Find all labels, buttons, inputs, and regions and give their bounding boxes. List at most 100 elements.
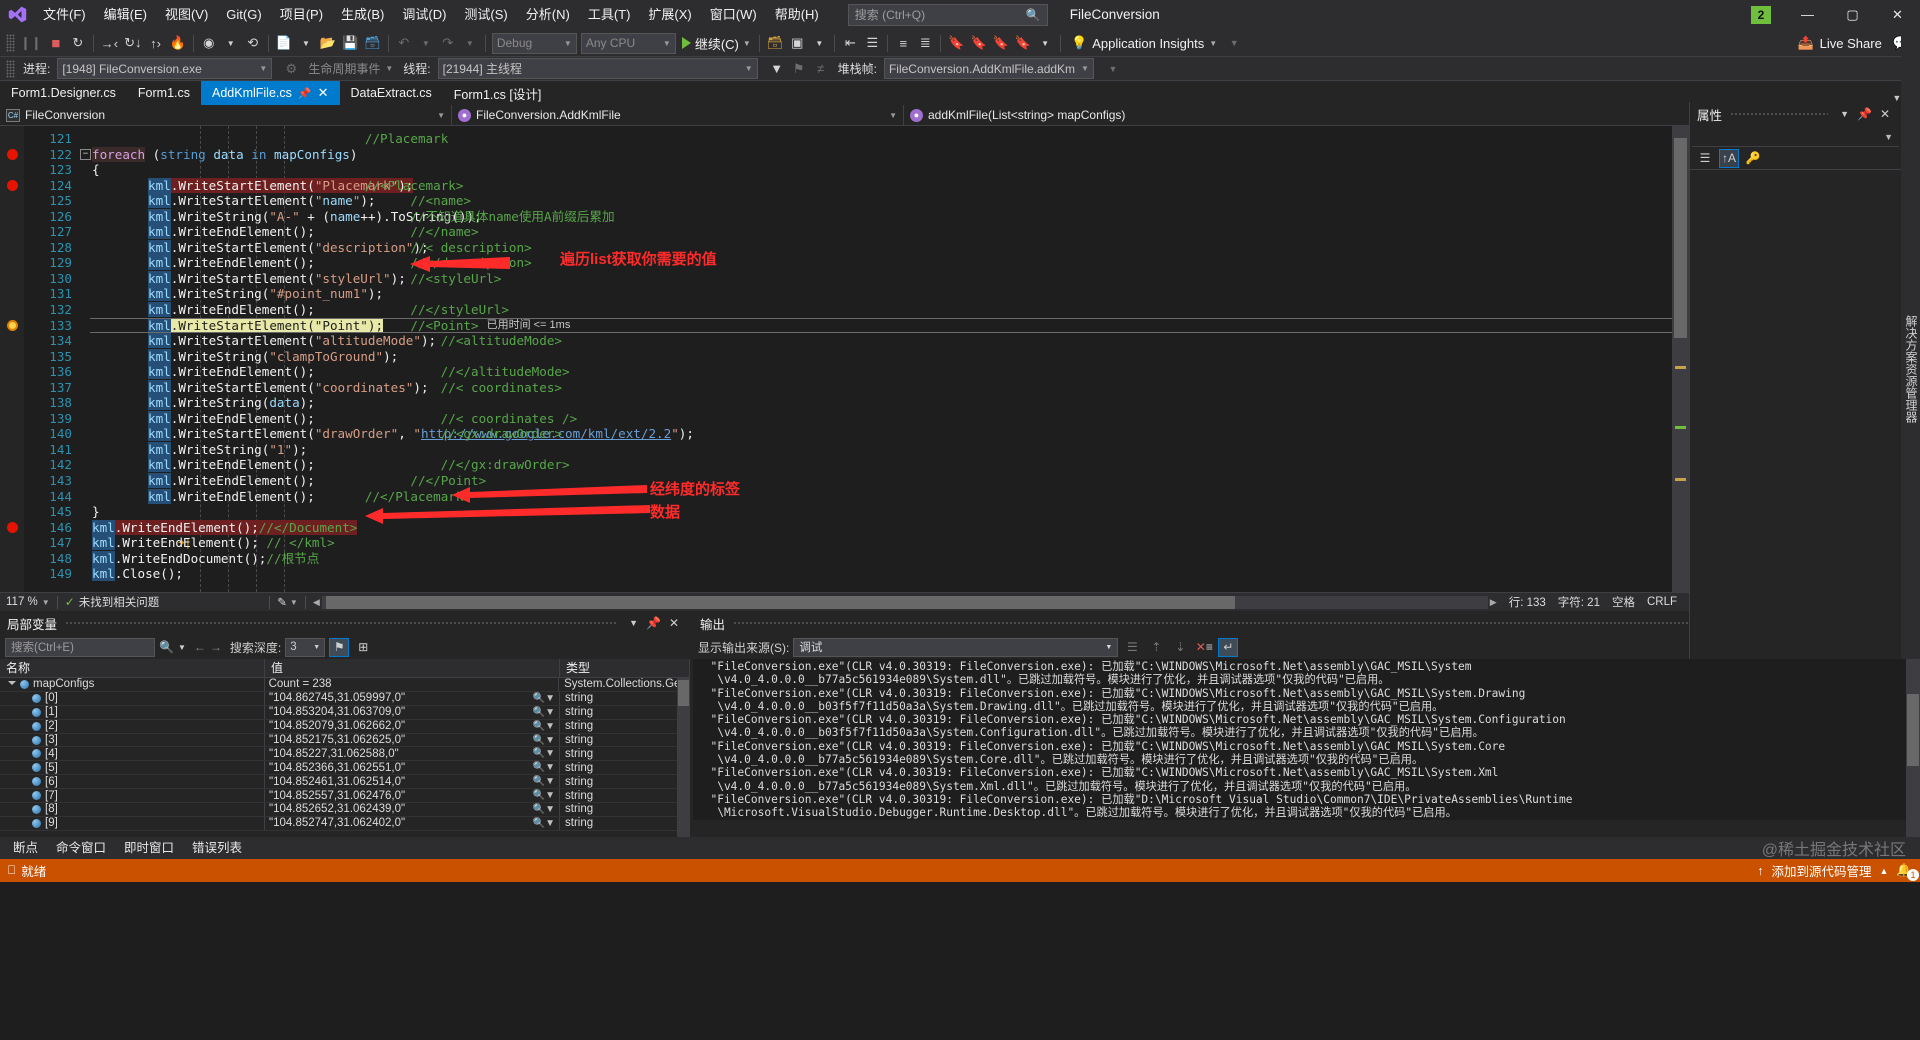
code-editor-area[interactable]: 121//Placemark 122− foreach (string data i… xyxy=(0,126,1689,592)
value-visualizer-icon[interactable]: 🔍▼ xyxy=(533,790,559,801)
locals-name-cell[interactable]: [5] xyxy=(0,761,265,775)
stop-icon[interactable]: ■ xyxy=(45,32,67,54)
code-line[interactable]: 121 //Placemark xyxy=(0,131,1689,147)
solution-explorer-strip[interactable]: 解决方案资源管理器 xyxy=(1901,30,1920,702)
locals-row[interactable]: [2] "104.852079,31.062662,0" 🔍▼ string xyxy=(0,719,690,734)
alphabetical-sort-icon[interactable]: ↑A xyxy=(1719,148,1739,168)
code-line[interactable]: 132 kml.WriteEndElement(); //</styleUrl> xyxy=(0,302,1689,318)
code-line[interactable]: 146 kml.WriteEndElement();//</Document> xyxy=(0,519,1689,536)
fold-toggle-icon[interactable]: − xyxy=(80,148,91,160)
locals-name-cell[interactable]: [9] xyxy=(0,816,265,830)
value-visualizer-icon[interactable]: 🔍▼ xyxy=(533,693,559,704)
chevron-down-icon-2[interactable]: ▼ xyxy=(295,32,317,54)
comment-icon[interactable]: ☰ xyxy=(861,32,883,54)
show-next-statement-icon[interactable]: ◉ xyxy=(198,32,220,54)
pause-icon[interactable]: ❙❙ xyxy=(17,32,45,54)
tab-addkmlfile[interactable]: AddKmlFile.cs 📌 ✕ xyxy=(201,81,340,105)
navbar-project-combo[interactable]: C# FileConversion ▼ xyxy=(0,104,452,126)
menu-item-help[interactable]: 帮助(H) xyxy=(766,0,828,30)
categorized-view-icon[interactable]: ☰ xyxy=(1695,149,1715,168)
output-text[interactable]: "FileConversion.exe"(CLR v4.0.30319: Fil… xyxy=(693,659,1920,820)
code-line[interactable]: 128 kml.WriteStartElement("description");… xyxy=(0,239,1689,256)
pen-icon[interactable]: ✎ xyxy=(277,595,287,609)
locals-value-cell[interactable]: "104.852175,31.062625,0" 🔍▼ xyxy=(265,733,560,747)
tab-form1-designer[interactable]: Form1.Designer.cs xyxy=(0,81,127,105)
tab-dataextract[interactable]: DataExtract.cs xyxy=(339,81,443,105)
search-next-icon[interactable]: → xyxy=(210,640,222,654)
close-icon-locals[interactable]: ✕ xyxy=(665,616,683,630)
code-line[interactable]: 141 kml.WriteString("1"); xyxy=(0,441,1689,458)
save-all-icon[interactable]: 🗃 xyxy=(361,32,384,54)
locals-name-cell[interactable]: [7] xyxy=(0,789,265,803)
locals-row[interactable]: [3] "104.852175,31.062625,0" 🔍▼ string xyxy=(0,733,690,748)
locals-row[interactable]: [7] "104.852557,31.062476,0" 🔍▼ string xyxy=(0,789,690,804)
code-line[interactable]: 142 kml.WriteEndElement(); //</gx:drawOrde… xyxy=(0,457,1689,473)
locals-value-cell[interactable]: "104.852461,31.062514,0" 🔍▼ xyxy=(265,775,560,789)
tab-immediate-window[interactable]: 即时窗口 xyxy=(115,837,183,859)
bookmark-next-icon[interactable]: 🔖 xyxy=(990,32,1012,54)
locals-name-cell[interactable]: mapConfigs xyxy=(0,678,265,691)
locals-row[interactable]: [6] "104.852461,31.062514,0" 🔍▼ string xyxy=(0,775,690,790)
locals-grid[interactable]: mapConfigs Count = 238 System.Collections.… xyxy=(0,678,690,837)
toolbar-grip[interactable] xyxy=(6,34,15,52)
zoom-level[interactable]: 117 % xyxy=(0,596,38,608)
locals-value-cell[interactable]: "104.85227,31.062588,0" 🔍▼ xyxy=(265,747,560,761)
filter-icon[interactable]: ▼ xyxy=(766,58,788,80)
attach-process-icon[interactable]: 🗃 xyxy=(764,32,787,54)
list-icon-2[interactable]: ≣ xyxy=(914,32,936,54)
locals-name-cell[interactable]: [3] xyxy=(0,733,265,747)
locals-name-cell[interactable]: [0] xyxy=(0,691,265,705)
chevron-down-icon-3[interactable]: ▼ xyxy=(415,32,437,54)
bookmark-icon[interactable]: 🔖 xyxy=(945,32,967,54)
tab-command-window[interactable]: 命令窗口 xyxy=(47,837,115,859)
locals-value-cell[interactable]: "104.852557,31.062476,0" 🔍▼ xyxy=(265,789,560,803)
code-line[interactable]: 138 kml.WriteString(data); xyxy=(0,395,1689,411)
output-source-combo[interactable]: 调试 ▼ xyxy=(793,637,1119,657)
live-share-button[interactable]: 📤 Live Share xyxy=(1789,35,1889,51)
indent-icon[interactable]: ⇤ xyxy=(839,32,861,54)
solution-config-combo[interactable]: Debug ▼ xyxy=(491,32,577,54)
code-line[interactable]: 129kml.WriteEndElement();//</description… xyxy=(0,255,1689,271)
locals-search-icon[interactable]: 🔍 xyxy=(159,640,174,654)
scroll-right-icon[interactable]: ▶ xyxy=(1490,597,1497,608)
step-into-icon[interactable]: →‹ xyxy=(98,32,121,54)
code-line[interactable]: 130 kml.WriteStartElement("styleUrl");//<… xyxy=(0,270,1689,287)
code-line[interactable]: 131 kml.WriteString("#point_num1"); xyxy=(0,286,1689,302)
breakpoint-icon[interactable] xyxy=(7,521,18,533)
maximize-button[interactable]: ▢ xyxy=(1830,0,1875,30)
locals-row[interactable]: [1] "104.853204,31.063709,0" 🔍▼ string xyxy=(0,705,690,720)
locals-row[interactable]: [8] "104.852652,31.062439,0" 🔍▼ string xyxy=(0,803,690,817)
close-icon[interactable]: ✕ xyxy=(318,85,329,101)
locals-value-cell[interactable]: "104.852079,31.062662,0" 🔍▼ xyxy=(265,719,560,733)
locals-name-cell[interactable]: [8] xyxy=(0,803,265,816)
locals-value-cell[interactable]: "104.862745,31.059997,0" 🔍▼ xyxy=(265,691,560,705)
locals-name-cell[interactable]: [1] xyxy=(0,705,265,719)
flag-icon[interactable]: ⚑ xyxy=(788,58,810,80)
value-visualizer-icon[interactable]: 🔍▼ xyxy=(533,707,559,718)
code-line[interactable]: 140 kml.WriteStartElement("drawOrder", "h… xyxy=(0,426,1689,442)
output-vertical-scrollbar[interactable] xyxy=(1906,659,1920,837)
value-visualizer-icon[interactable]: 🔍▼ xyxy=(533,748,559,759)
depth-combo[interactable]: 3 ▼ xyxy=(285,637,326,657)
tab-form1-design[interactable]: Form1.cs [设计] xyxy=(442,81,553,105)
locals-row[interactable]: mapConfigs Count = 238 System.Collections.… xyxy=(0,678,690,692)
search-prev-icon[interactable]: ← xyxy=(190,640,206,654)
clear-output-icon[interactable]: ✕ ≡ xyxy=(1194,638,1214,657)
menu-item-extensions[interactable]: 扩展(X) xyxy=(639,0,700,30)
pin-icon[interactable]: 📌 xyxy=(298,87,312,100)
code-line[interactable]: 123 { xyxy=(0,162,1689,178)
no-flag-icon[interactable]: ≠ xyxy=(810,58,832,80)
tab-error-list[interactable]: 错误列表 xyxy=(183,837,251,859)
locals-value-cell[interactable]: Count = 238 xyxy=(265,678,560,691)
code-line[interactable]: 137 kml.WriteStartElement("coordinates");… xyxy=(0,379,1689,396)
breakpoint-icon[interactable] xyxy=(7,148,18,160)
chevron-down-icon[interactable]: ▼ xyxy=(220,32,242,54)
continue-button[interactable]: 继续(C) ▼ xyxy=(678,32,755,54)
menu-item-window[interactable]: 窗口(W) xyxy=(701,0,766,30)
debugbar-overflow-icon[interactable]: ▼ xyxy=(1102,58,1124,80)
properties-object-combo[interactable]: ▼ xyxy=(1692,128,1899,147)
quick-launch-search[interactable]: 搜索 (Ctrl+Q) 🔍 xyxy=(847,3,1048,26)
issues-status[interactable]: 未找到相关问题 xyxy=(75,594,160,610)
output-down-icon[interactable]: ⇣ xyxy=(1170,638,1190,657)
value-visualizer-icon[interactable]: 🔍▼ xyxy=(533,818,559,829)
